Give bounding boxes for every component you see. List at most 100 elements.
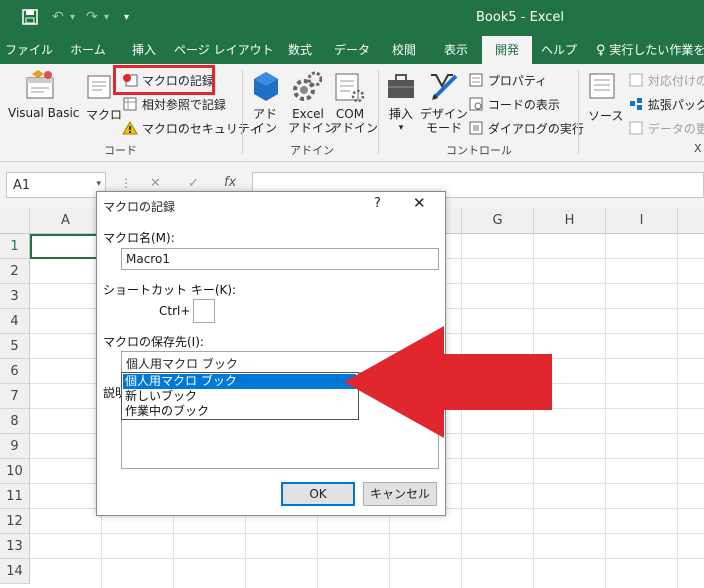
ok-button[interactable]: OK — [281, 482, 355, 506]
relative-reference-label: 相対参照で記録 — [141, 98, 226, 112]
tab-data[interactable]: データ — [330, 36, 374, 64]
help-button[interactable]: ? — [374, 196, 381, 211]
red-arrow-annotation — [344, 326, 556, 441]
map-properties-button[interactable]: 対応付けの — [628, 72, 704, 89]
save-icon[interactable] — [22, 9, 38, 29]
option-personal-macro-workbook[interactable]: 個人用マクロ ブック — [123, 374, 356, 389]
visual-basic-button[interactable]: Visual Basic — [8, 106, 79, 120]
macros-button[interactable]: マクロ — [86, 106, 122, 123]
expansion-pack-button[interactable]: 拡張パック — [628, 96, 704, 113]
design-mode-icon — [428, 70, 460, 105]
row-header[interactable]: 3 — [0, 284, 30, 309]
row-header[interactable]: 13 — [0, 534, 30, 559]
ribbon: Visual Basic マクロ マクロの記録 相対参照で記録 マクロのセキュリ… — [0, 64, 704, 162]
tell-me-label: 実行したい作業を — [609, 43, 704, 57]
tab-page-layout[interactable]: ページ レイアウト — [174, 36, 274, 64]
gridline — [677, 234, 678, 588]
refresh-data-icon — [628, 121, 648, 136]
ribbon-separator — [578, 70, 579, 154]
close-button[interactable]: ✕ — [413, 194, 426, 212]
row-header[interactable]: 4 — [0, 309, 30, 334]
window-title: Book5 - Excel — [476, 10, 565, 25]
refresh-data-button[interactable]: データの更新 — [628, 120, 704, 137]
row-header[interactable]: 5 — [0, 334, 30, 359]
tell-me-search[interactable]: ♀ 実行したい作業を — [596, 36, 704, 64]
row-header[interactable]: 11 — [0, 484, 30, 509]
toolbox-icon — [386, 72, 416, 103]
macro-icon — [86, 70, 112, 103]
name-box-dropdown-icon: ▾ — [96, 179, 101, 189]
excel-addins-button[interactable]: Excel アドイン — [288, 107, 337, 135]
customize-toolbar-icon[interactable]: ▾ — [124, 12, 129, 23]
undo-dropdown-icon[interactable]: ▾ — [70, 12, 75, 23]
tab-help[interactable]: ヘルプ — [538, 36, 580, 64]
map-properties-icon — [628, 73, 648, 88]
column-header[interactable]: I — [606, 208, 678, 234]
option-this-workbook[interactable]: 作業中のブック — [123, 404, 356, 419]
tab-review[interactable]: 校閲 — [386, 36, 422, 64]
row-header[interactable]: 10 — [0, 459, 30, 484]
addins-button[interactable]: アド イン — [250, 107, 280, 135]
dialog-title: マクロの記録 — [103, 200, 176, 214]
row-header[interactable]: 6 — [0, 359, 30, 384]
shortcut-key-input[interactable] — [193, 299, 215, 323]
undo-icon[interactable]: ↶ — [52, 9, 64, 25]
column-header[interactable]: A — [30, 208, 102, 234]
tab-developer[interactable]: 開発 — [482, 36, 532, 64]
gridline — [605, 234, 606, 588]
option-new-workbook[interactable]: 新しいブック — [123, 389, 356, 404]
visual-basic-icon — [24, 70, 56, 103]
tab-view[interactable]: 表示 — [436, 36, 476, 64]
properties-button[interactable]: プロパティ — [468, 72, 547, 89]
select-all-corner[interactable] — [0, 208, 30, 234]
code-group-label: コード — [104, 144, 137, 157]
properties-label: プロパティ — [487, 74, 548, 88]
row-header[interactable]: 8 — [0, 409, 30, 434]
com-addins-button[interactable]: COM アドイン — [330, 107, 378, 135]
row-header[interactable]: 9 — [0, 434, 30, 459]
ribbon-separator — [378, 70, 379, 154]
redo-icon[interactable]: ↷ — [86, 9, 98, 25]
macro-name-label: マクロ名(M): — [103, 231, 175, 245]
expansion-pack-icon — [628, 98, 648, 112]
column-header[interactable]: H — [534, 208, 606, 234]
tab-file[interactable]: ファイル — [4, 36, 54, 64]
design-mode-button[interactable]: デザイン モード — [420, 107, 468, 135]
tab-formulas[interactable]: 数式 — [280, 36, 320, 64]
refresh-data-label: データの更新 — [647, 122, 704, 136]
row-header[interactable]: 2 — [0, 259, 30, 284]
title-bar: ↶ ▾ ↷ ▾ ▾ Book5 - Excel — [0, 0, 704, 36]
column-header[interactable]: G — [462, 208, 534, 234]
relative-reference-button[interactable]: 相対参照で記録 — [122, 96, 226, 113]
active-cell-a1[interactable] — [30, 234, 102, 259]
cancel-entry-icon[interactable]: ✕ — [150, 176, 161, 191]
addins-label-1: アド — [252, 107, 277, 121]
source-button[interactable]: ソース — [588, 107, 623, 124]
insert-control-button[interactable]: 挿入 ▾ — [384, 107, 418, 135]
macro-security-button[interactable]: マクロのセキュリティ — [122, 120, 261, 137]
insert-dropdown-icon: ▾ — [398, 123, 404, 133]
cancel-button[interactable]: キャンセル — [363, 482, 437, 506]
column-header[interactable] — [678, 208, 704, 234]
macro-security-label: マクロのセキュリティ — [141, 122, 262, 136]
shortcut-key-label: ショートカット キー(K): — [103, 283, 237, 297]
view-code-button[interactable]: コードの表示 — [468, 96, 560, 113]
more-icon: ⋮ — [120, 176, 132, 190]
row-header[interactable]: 14 — [0, 559, 30, 584]
tab-insert[interactable]: 挿入 — [122, 36, 166, 64]
row-header[interactable]: 12 — [0, 509, 30, 534]
properties-icon — [468, 73, 488, 88]
tab-home[interactable]: ホーム — [64, 36, 112, 64]
redo-dropdown-icon[interactable]: ▾ — [104, 12, 109, 23]
run-dialog-button[interactable]: ダイアログの実行 — [468, 120, 584, 137]
addins-group-label: アドイン — [290, 144, 334, 157]
macro-name-input[interactable]: Macro1 — [121, 248, 439, 270]
excel-addins-label-2: アドイン — [288, 121, 337, 135]
confirm-entry-icon[interactable]: ✓ — [188, 176, 199, 191]
insert-function-icon[interactable]: fx — [224, 175, 236, 190]
row-header[interactable]: 1 — [0, 234, 30, 259]
relative-reference-icon — [122, 97, 142, 112]
row-header[interactable]: 7 — [0, 384, 30, 409]
store-macro-in-label: マクロの保存先(I): — [103, 335, 204, 349]
name-box[interactable]: A1 ▾ — [6, 172, 106, 198]
